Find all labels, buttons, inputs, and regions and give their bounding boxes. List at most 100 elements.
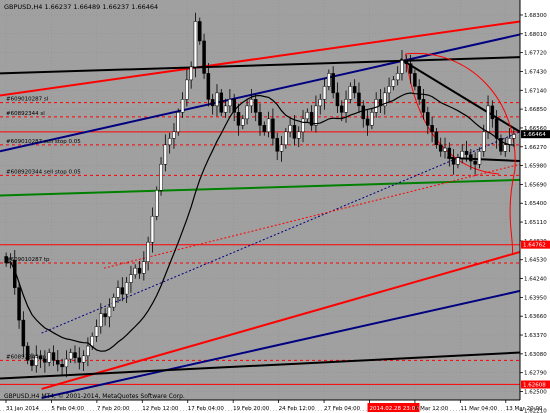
candle-body (150, 215, 155, 243)
price-tick-label: 1.63950 (524, 295, 547, 301)
candle-body (417, 86, 421, 100)
candle-body (288, 125, 292, 133)
candle-body (172, 131, 176, 139)
candle-body (262, 125, 267, 133)
price-tick-label: 1.65400 (524, 201, 547, 207)
candle-body (56, 360, 60, 365)
time-tick-label: 6 Mar 12:00 (415, 406, 449, 412)
candle-body (271, 118, 275, 139)
candle-body (339, 105, 344, 113)
symbol-header: GBPUSD,H4 1.66237 1.66489 1.66237 1.6646… (4, 3, 158, 11)
candle-body (400, 60, 404, 74)
candle-body (142, 261, 146, 274)
candle-body (275, 138, 279, 152)
order-label: #60892344 sl (6, 111, 45, 117)
candle-body (481, 131, 486, 152)
candle-body (103, 313, 107, 318)
candle-body (490, 105, 495, 120)
candle-body (456, 157, 460, 165)
candle-body (137, 267, 142, 274)
candle-body (503, 144, 507, 152)
candle-body (473, 160, 477, 165)
candle-body (494, 118, 499, 139)
candle-body (228, 99, 232, 107)
candle-body (253, 99, 258, 113)
price-tick-label: 1.67430 (524, 69, 547, 75)
candle-body (348, 86, 353, 100)
candle-body (335, 92, 340, 107)
candle-body (258, 112, 262, 126)
price-tick-label: 1.65690 (524, 182, 547, 188)
candle-body (365, 118, 370, 126)
candle-body (180, 99, 185, 113)
candle-body (210, 99, 215, 107)
candle-body (129, 274, 133, 283)
candle-body (512, 134, 516, 139)
candle-body (370, 112, 374, 126)
candle-body (451, 157, 456, 165)
time-tick-label: 12 Feb 12:00 (142, 406, 179, 412)
price-tick-label: 1.66270 (524, 145, 547, 151)
price-tick-label: 1.66850 (524, 107, 547, 113)
candle-body (447, 147, 452, 159)
candle-body (395, 73, 400, 81)
candle-body (245, 105, 249, 120)
price-tick-label: 1.64530 (524, 258, 547, 264)
candle-body (116, 287, 120, 298)
candle-body (111, 297, 116, 308)
candle-body (387, 86, 391, 94)
candle-body (60, 363, 64, 368)
time-tick-label: 2014.02.28 23:00 (369, 406, 419, 412)
candle-body (133, 267, 137, 275)
price-tick-label: 1.63660 (524, 314, 547, 320)
price-tick-label: 1.68300 (524, 13, 547, 19)
candle-body (361, 105, 366, 120)
candle-body (284, 131, 288, 146)
time-tick-label: 27 Feb 04:00 (324, 406, 361, 412)
candle-body (90, 336, 94, 347)
candle-body (159, 164, 163, 191)
candle-body (146, 241, 150, 262)
price-label: 1.62608 (523, 382, 546, 388)
candle-body (296, 131, 301, 139)
candle-body (107, 306, 112, 318)
candle-body (86, 345, 90, 357)
price-tick-label: 1.65980 (524, 164, 547, 170)
candle-body (404, 60, 409, 64)
candle-body (443, 147, 447, 152)
candle-body (77, 357, 82, 363)
price-tick-label: 1.65110 (524, 220, 547, 226)
candle-body (301, 118, 305, 133)
time-tick-label: 24 Feb 12:00 (279, 406, 316, 412)
price-label: 1.64762 (523, 243, 546, 249)
candle-body (185, 79, 189, 100)
price-label: 1.66464 (523, 132, 546, 138)
candle-body (486, 105, 490, 133)
candle-body (236, 112, 241, 126)
price-tick-label: 1.63080 (524, 352, 547, 358)
price-tick-label: 1.62790 (524, 371, 547, 377)
candle-body (305, 112, 310, 120)
candle-body (202, 40, 206, 74)
order-label: #608920344 sell stop 0.05 (6, 169, 81, 175)
candle-body (249, 99, 254, 107)
candle-body (460, 151, 464, 159)
price-tick-label: 1.68010 (524, 32, 547, 38)
candle-body (477, 151, 482, 165)
price-tick-label: 1.62500 (524, 390, 547, 396)
candle-body (21, 319, 26, 347)
chart-footer: GBPUSD,H4 MT4, © 2001-2014, MetaQuotes S… (4, 393, 185, 400)
candle-body (352, 86, 357, 94)
candle-body (266, 118, 271, 133)
candlestick-chart[interactable]: #609010287 sl #60892344 sl #609010287 sell… (0, 0, 550, 413)
candle-body (154, 190, 159, 217)
chart-window: #609010287 sl #60892344 sl #609010287 sell… (0, 0, 550, 413)
candle-body (344, 99, 348, 113)
candle-body (64, 358, 69, 368)
candle-body (51, 352, 56, 361)
order-label: #609010287 sl (6, 97, 49, 103)
candle-body (318, 99, 322, 107)
candle-body (421, 99, 426, 113)
candle-body (193, 21, 198, 68)
candle-body (413, 73, 417, 87)
